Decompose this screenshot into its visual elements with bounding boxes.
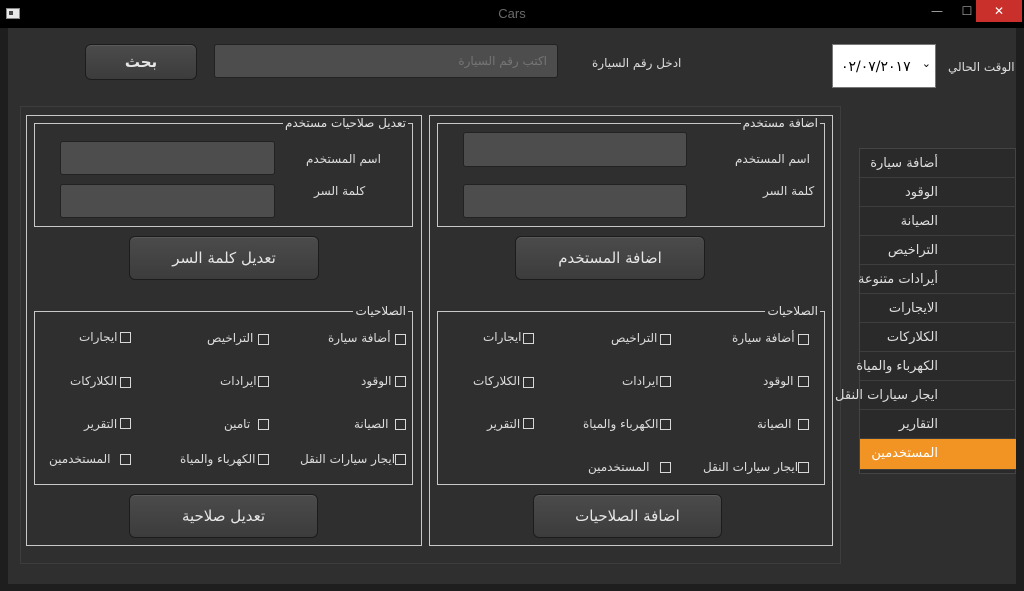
add-perm-maintenance-label: الصيانة bbox=[757, 417, 792, 431]
add-perm-licenses-label: التراخيص bbox=[611, 331, 658, 345]
edit-perm-revenues-checkbox[interactable] bbox=[258, 376, 269, 387]
edit-perm-clerks-checkbox[interactable] bbox=[120, 377, 131, 388]
add-permissions-title: الصلاحيات bbox=[765, 304, 820, 318]
add-perm-revenues-label: ايرادات bbox=[622, 374, 659, 388]
add-perm-truck-rental-label: ايجار سيارات النقل bbox=[703, 460, 799, 474]
edit-perm-truck-rental-checkbox[interactable] bbox=[395, 454, 406, 465]
sidebar-item-misc-revenues[interactable]: أيرادات متنوعة bbox=[858, 265, 1016, 294]
add-perm-rentals-checkbox[interactable] bbox=[523, 333, 534, 344]
edit-perm-clerks-label: الكلاركات bbox=[70, 374, 118, 388]
add-perm-report-label: التقرير bbox=[487, 417, 521, 431]
add-perm-fuel-label: الوقود bbox=[763, 374, 794, 388]
add-perm-utilities-checkbox[interactable] bbox=[660, 419, 671, 430]
car-number-input[interactable] bbox=[214, 44, 558, 78]
add-user-group-title: اضافة مستخدم bbox=[740, 116, 820, 130]
sidebar-item-rentals[interactable]: الايجارات bbox=[860, 294, 1016, 323]
add-password-input[interactable] bbox=[463, 184, 687, 218]
edit-perm-utilities-label: الكهرباء والمياة bbox=[180, 452, 256, 466]
sidebar-item-reports[interactable]: التقارير bbox=[860, 410, 1016, 439]
date-picker[interactable]: ٠٢/٠٧/٢٠١٧ ⌄ bbox=[832, 44, 936, 88]
add-perm-users-label: المستخدمين bbox=[588, 460, 650, 474]
app-window: Cars — ☐ ✕ الوقت الحالي ٠٢/٠٧/٢٠١٧ ⌄ ادخ… bbox=[0, 0, 1024, 591]
add-perm-report-checkbox[interactable] bbox=[523, 418, 534, 429]
edit-permissions-title: الصلاحيات bbox=[353, 304, 408, 318]
edit-user-group-title: تعديل صلاحيات مستخدم bbox=[282, 116, 408, 130]
sidebar-item-licenses[interactable]: التراخيص bbox=[860, 236, 1016, 265]
close-button[interactable]: ✕ bbox=[976, 0, 1022, 22]
add-username-input[interactable] bbox=[463, 132, 687, 167]
sidebar-item-add-car[interactable]: أضافة سيارة bbox=[860, 149, 1016, 178]
minimize-button[interactable]: — bbox=[922, 0, 952, 22]
edit-perm-fuel-label: الوقود bbox=[361, 374, 392, 388]
edit-username-input[interactable] bbox=[60, 141, 275, 175]
sidebar-item-users[interactable]: المستخدمين bbox=[860, 439, 1016, 470]
sidebar-item-maintenance[interactable]: الصيانة bbox=[860, 207, 1016, 236]
add-perm-revenues-checkbox[interactable] bbox=[660, 376, 671, 387]
search-button[interactable]: بحث bbox=[85, 44, 197, 80]
edit-perm-insurance-checkbox[interactable] bbox=[258, 419, 269, 430]
edit-perm-licenses-checkbox[interactable] bbox=[258, 334, 269, 345]
edit-perm-licenses-label: التراخيص bbox=[207, 331, 254, 345]
sidebar-menu: أضافة سيارة الوقود الصيانة التراخيص أيرا… bbox=[835, 148, 1016, 474]
edit-perm-truck-rental-label: ايجار سيارات النقل bbox=[300, 452, 396, 466]
date-value: ٠٢/٠٧/٢٠١٧ bbox=[841, 59, 911, 75]
edit-perm-fuel-checkbox[interactable] bbox=[395, 376, 406, 387]
edit-perm-users-checkbox[interactable] bbox=[120, 454, 131, 465]
sidebar-item-clerks[interactable]: الكلاركات bbox=[860, 323, 1016, 352]
add-perm-truck-rental-checkbox[interactable] bbox=[798, 462, 809, 473]
add-perm-utilities-label: الكهرباء والمياة bbox=[583, 417, 659, 431]
add-permissions-button[interactable]: اضافة الصلاحيات bbox=[533, 494, 722, 538]
edit-perm-utilities-checkbox[interactable] bbox=[258, 454, 269, 465]
edit-perm-revenues-label: ايرادات bbox=[220, 374, 257, 388]
add-perm-clerks-checkbox[interactable] bbox=[523, 377, 534, 388]
add-user-button[interactable]: اضافة المستخدم bbox=[515, 236, 705, 280]
title-bar: Cars — ☐ ✕ bbox=[0, 0, 1024, 28]
edit-perm-add-car-checkbox[interactable] bbox=[395, 334, 406, 345]
add-perm-fuel-checkbox[interactable] bbox=[798, 376, 809, 387]
edit-perm-maintenance-label: الصيانة bbox=[354, 417, 389, 431]
edit-username-label: اسم المستخدم bbox=[306, 152, 381, 166]
sidebar-item-truck-rental[interactable]: ايجار سيارات النقل bbox=[835, 381, 1016, 410]
edit-perm-users-label: المستخدمين bbox=[49, 452, 111, 466]
edit-perm-add-car-label: أضافة سيارة bbox=[328, 331, 391, 345]
chevron-down-icon: ⌄ bbox=[921, 57, 931, 70]
add-perm-rentals-label: ايجارات bbox=[483, 330, 522, 344]
sidebar-item-fuel[interactable]: الوقود bbox=[860, 178, 1016, 207]
add-perm-licenses-checkbox[interactable] bbox=[660, 334, 671, 345]
edit-perm-report-checkbox[interactable] bbox=[120, 418, 131, 429]
edit-perm-rentals-checkbox[interactable] bbox=[120, 332, 131, 343]
add-perm-maintenance-checkbox[interactable] bbox=[798, 419, 809, 430]
edit-permission-button[interactable]: تعديل صلاحية bbox=[129, 494, 318, 538]
edit-perm-insurance-label: تامين bbox=[224, 417, 251, 431]
date-label: الوقت الحالي bbox=[948, 60, 1015, 74]
sidebar-item-utilities[interactable]: الكهرباء والمياة bbox=[856, 352, 1016, 381]
edit-password-label: كلمة السر bbox=[314, 184, 366, 198]
edit-perm-maintenance-checkbox[interactable] bbox=[395, 419, 406, 430]
add-perm-add-car-label: أضافة سيارة bbox=[732, 331, 795, 345]
edit-perm-report-label: التقرير bbox=[84, 417, 118, 431]
edit-perm-rentals-label: ايجارات bbox=[79, 330, 118, 344]
add-username-label: اسم المستخدم bbox=[735, 152, 810, 166]
edit-password-input[interactable] bbox=[60, 184, 275, 218]
add-perm-clerks-label: الكلاركات bbox=[473, 374, 521, 388]
add-password-label: كلمة السر bbox=[763, 184, 815, 198]
add-perm-users-checkbox[interactable] bbox=[660, 462, 671, 473]
window-title: Cars bbox=[498, 6, 526, 21]
add-perm-add-car-checkbox[interactable] bbox=[798, 334, 809, 345]
main-content: الوقت الحالي ٠٢/٠٧/٢٠١٧ ⌄ ادخل رقم السيا… bbox=[8, 28, 1016, 584]
change-password-button[interactable]: تعديل كلمة السر bbox=[129, 236, 319, 280]
car-number-label: ادخل رقم السيارة bbox=[592, 56, 682, 70]
